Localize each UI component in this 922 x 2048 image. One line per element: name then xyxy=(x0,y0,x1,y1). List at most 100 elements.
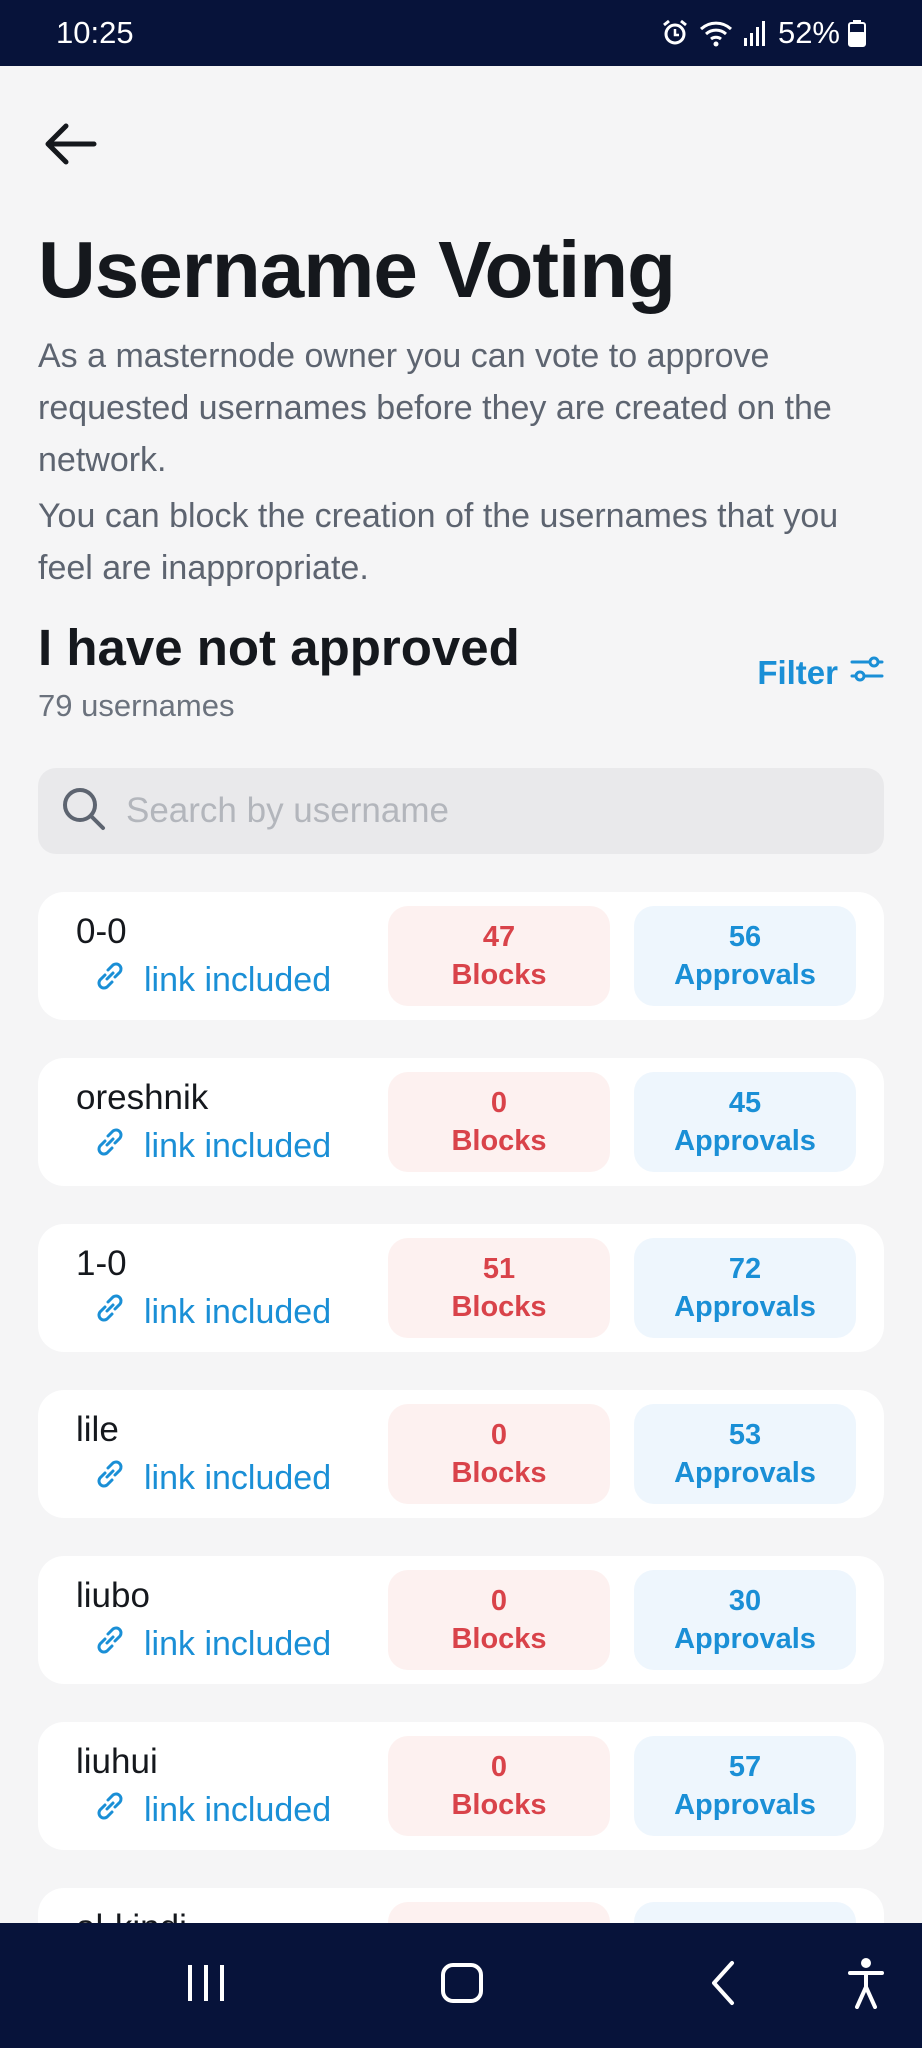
link-icon xyxy=(92,958,128,1003)
approvals-button[interactable]: 56 Approvals xyxy=(634,906,856,1006)
blocks-button[interactable]: 51 Blocks xyxy=(388,1238,610,1338)
blocks-count: 0 xyxy=(490,1087,508,1119)
accessibility-icon xyxy=(846,1958,886,2013)
link-included-label: link included xyxy=(92,1788,331,1833)
home-button[interactable] xyxy=(440,1959,484,2012)
username-name: liuhui xyxy=(76,1742,158,1781)
sliders-icon xyxy=(850,652,884,694)
blocks-button[interactable]: 0 Blocks xyxy=(388,1570,610,1670)
approvals-button[interactable] xyxy=(634,1902,856,1923)
link-included-label: link included xyxy=(92,1622,331,1667)
accessibility-button[interactable] xyxy=(846,1957,886,2014)
link-included-text: link included xyxy=(144,1459,332,1497)
link-included-label: link included xyxy=(92,958,331,1003)
username-card[interactable]: 1-0 link included 51 Blocks 72 Approvals xyxy=(38,1224,884,1352)
username-card[interactable]: 0-0 link included 47 Blocks 56 Approvals xyxy=(38,892,884,1020)
battery-icon xyxy=(848,18,866,48)
blocks-count: 0 xyxy=(490,1585,508,1617)
username-count: 79 usernames xyxy=(38,688,235,723)
approvals-button[interactable]: 53 Approvals xyxy=(634,1404,856,1504)
main-content: Username Voting As a masternode owner yo… xyxy=(0,66,922,1923)
wifi-icon xyxy=(698,18,734,48)
search-icon xyxy=(60,785,108,838)
link-included-text: link included xyxy=(144,1127,332,1165)
approvals-label: Approvals xyxy=(674,1125,816,1157)
approvals-button[interactable]: 57 Approvals xyxy=(634,1736,856,1836)
approvals-label: Approvals xyxy=(674,1291,816,1323)
blocks-count: 0 xyxy=(490,1419,508,1451)
link-included-label: link included xyxy=(92,1456,331,1501)
recent-apps-button[interactable] xyxy=(184,1959,228,2012)
username-name: 0-0 xyxy=(76,912,127,951)
link-icon xyxy=(92,1788,128,1833)
username-name: oreshnik xyxy=(76,1078,209,1117)
back-button[interactable] xyxy=(38,112,102,176)
username-name: al-kindi xyxy=(76,1908,187,1923)
link-icon xyxy=(92,1622,128,1667)
approvals-count: 57 xyxy=(728,1751,762,1783)
battery-level: 52% xyxy=(777,15,840,50)
navigation-bar xyxy=(0,1923,922,2048)
arrow-left-icon xyxy=(38,123,102,180)
search-bar[interactable] xyxy=(38,768,884,854)
blocks-label: Blocks xyxy=(451,1457,547,1489)
blocks-label: Blocks xyxy=(451,1623,547,1655)
description: As a masternode owner you can vote to ap… xyxy=(38,330,888,594)
back-icon xyxy=(706,1961,742,2011)
username-card[interactable]: al-kindilink included xyxy=(38,1888,884,1923)
blocks-label: Blocks xyxy=(451,1291,547,1323)
alarm-icon xyxy=(660,18,690,48)
approvals-label: Approvals xyxy=(674,1789,816,1821)
blocks-button[interactable]: 47 Blocks xyxy=(388,906,610,1006)
approvals-button[interactable]: 45 Approvals xyxy=(634,1072,856,1172)
approvals-label: Approvals xyxy=(674,959,816,991)
blocks-button[interactable]: 0 Blocks xyxy=(388,1072,610,1172)
username-card[interactable]: lile link included 0 Blocks 53 Approvals xyxy=(38,1390,884,1518)
blocks-count: 51 xyxy=(482,1253,516,1285)
system-back-button[interactable] xyxy=(706,1959,742,2012)
link-included-text: link included xyxy=(144,1791,332,1829)
blocks-label: Blocks xyxy=(451,1789,547,1821)
approvals-label: Approvals xyxy=(674,1457,816,1489)
username-card[interactable]: liuhui link included 0 Blocks 57 Approvals xyxy=(38,1722,884,1850)
link-included-label: link included xyxy=(92,1290,331,1335)
description-block: You can block the creation of the userna… xyxy=(38,497,839,587)
approvals-button[interactable]: 72 Approvals xyxy=(634,1238,856,1338)
link-included-label: link included xyxy=(92,1124,331,1169)
username-name: liubo xyxy=(76,1576,150,1615)
link-included-text: link included xyxy=(144,1625,332,1663)
link-included-text: link included xyxy=(144,1293,332,1331)
link-icon xyxy=(92,1456,128,1501)
section-title: I have not approved xyxy=(38,619,520,676)
username-card[interactable]: oreshnik link included 0 Blocks 45 Approvals xyxy=(38,1058,884,1186)
home-icon xyxy=(440,1963,484,2011)
approvals-count: 45 xyxy=(728,1087,762,1119)
blocks-count: 0 xyxy=(490,1751,508,1783)
blocks-button[interactable]: 0 Blocks xyxy=(388,1736,610,1836)
signal-icon xyxy=(742,18,770,48)
search-input[interactable] xyxy=(126,791,826,831)
filter-button[interactable]: Filter xyxy=(757,652,884,694)
page-title: Username Voting xyxy=(38,225,676,314)
blocks-count: 47 xyxy=(482,921,516,953)
link-icon xyxy=(92,1124,128,1169)
blocks-label: Blocks xyxy=(451,1125,547,1157)
description-approve: As a masternode owner you can vote to ap… xyxy=(38,337,832,479)
link-included-text: link included xyxy=(144,961,332,999)
status-bar: 10:25 52% xyxy=(0,0,922,66)
blocks-button[interactable] xyxy=(388,1902,610,1923)
approvals-count: 30 xyxy=(728,1585,762,1617)
approvals-button[interactable]: 30 Approvals xyxy=(634,1570,856,1670)
filter-label: Filter xyxy=(757,654,838,691)
status-icons: 52% xyxy=(660,15,866,51)
status-time: 10:25 xyxy=(56,15,134,50)
approvals-count: 72 xyxy=(728,1253,762,1285)
link-icon xyxy=(92,1290,128,1335)
username-card[interactable]: liubo link included 0 Blocks 30 Approvals xyxy=(38,1556,884,1684)
recent-apps-icon xyxy=(184,1965,228,2011)
approvals-label: Approvals xyxy=(674,1623,816,1655)
username-name: lile xyxy=(76,1410,119,1449)
blocks-button[interactable]: 0 Blocks xyxy=(388,1404,610,1504)
approvals-count: 56 xyxy=(728,921,762,953)
username-name: 1-0 xyxy=(76,1244,127,1283)
